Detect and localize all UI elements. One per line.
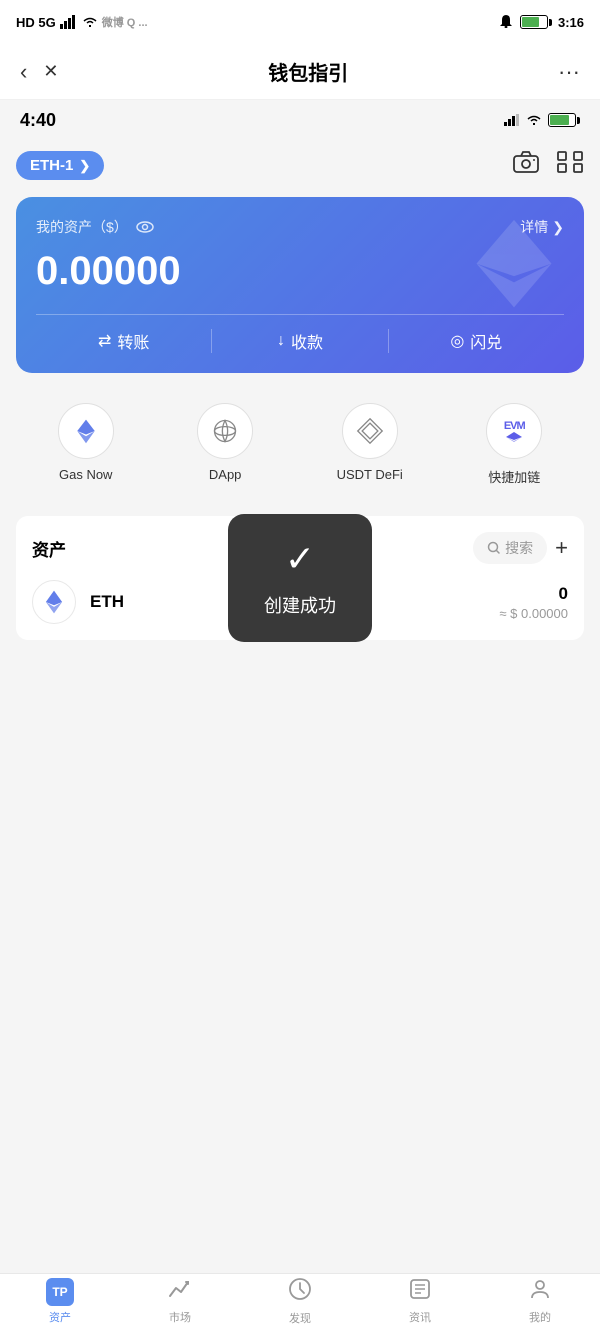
eth-network-badge[interactable]: ETH-1 ❯ [16, 151, 104, 180]
nav-item-assets[interactable]: TP 资产 [0, 1278, 120, 1325]
status-network: HD 5G [16, 15, 56, 30]
inner-status-bar: 4:40 [0, 100, 600, 140]
nav-news-label: 资讯 [409, 1309, 431, 1325]
evm-chain-button[interactable]: EVM 快捷加链 [486, 403, 542, 486]
nav-profile-icon [529, 1278, 551, 1306]
close-button[interactable]: ✕ [43, 61, 58, 82]
nav-discover-icon [288, 1277, 312, 1307]
nav-profile-label: 我的 [529, 1309, 551, 1325]
wifi-icon [82, 16, 98, 28]
eth-action-icons [512, 150, 584, 181]
assets-section: 资产 搜索 + [16, 516, 584, 640]
nav-assets-label: 资产 [49, 1309, 71, 1325]
eth-amount: 0 [499, 584, 568, 604]
eth-selector-row: ETH-1 ❯ [16, 150, 584, 181]
search-placeholder: 搜索 [505, 538, 533, 558]
dapp-label: DApp [209, 467, 242, 482]
dapp-icon [197, 403, 253, 459]
status-left: HD 5G 微博 Q ... [16, 14, 148, 30]
swap-icon: ◎ [450, 331, 464, 351]
search-icon [487, 541, 501, 555]
back-button[interactable]: ‹ [20, 59, 27, 85]
bottom-nav: TP 资产 市场 发现 资讯 [0, 1273, 600, 1333]
main-content: ETH-1 ❯ [0, 140, 600, 650]
inner-time: 4:40 [20, 110, 56, 131]
eth-balance: 0 ≈ $ 0.00000 [499, 584, 568, 621]
quick-grid: Gas Now DApp [16, 393, 584, 496]
signal-icon [60, 15, 78, 29]
receive-label: 收款 [291, 329, 323, 353]
nav-item-market[interactable]: 市场 [120, 1278, 240, 1325]
nav-assets-icon: TP [46, 1278, 74, 1306]
assets-search-row: 搜索 + [473, 532, 568, 564]
gas-now-icon [58, 403, 114, 459]
status-time: 3:16 [558, 15, 584, 30]
nav-discover-label: 发现 [289, 1310, 311, 1326]
gas-now-label: Gas Now [59, 467, 112, 482]
nav-bar: ‹ ✕ 钱包指引 ··· [0, 44, 600, 100]
evm-chain-icon: EVM [486, 403, 542, 459]
eye-icon[interactable] [136, 221, 154, 233]
receive-button[interactable]: ↓ 收款 [211, 329, 387, 353]
nav-left-buttons: ‹ ✕ [20, 59, 58, 85]
transfer-label: 转账 [117, 329, 149, 353]
gas-now-button[interactable]: Gas Now [58, 403, 114, 486]
bell-icon [498, 15, 514, 29]
nav-news-icon [409, 1278, 431, 1306]
transfer-icon: ⇄ [98, 331, 111, 351]
asset-label: 我的资产（$） [36, 217, 154, 237]
success-check-icon: ✓ [285, 538, 315, 580]
nav-item-profile[interactable]: 我的 [480, 1278, 600, 1325]
usdt-defi-icon [342, 403, 398, 459]
nav-item-discover[interactable]: 发现 [240, 1277, 360, 1326]
eth-usd: ≈ $ 0.00000 [499, 606, 568, 621]
transfer-button[interactable]: ⇄ 转账 [36, 329, 211, 353]
dapp-button[interactable]: DApp [197, 403, 253, 486]
app-icons: 微博 Q ... [102, 14, 148, 30]
battery-icon [520, 15, 552, 29]
asset-card: 我的资产（$） 详情 ❯ 0.00000 [16, 197, 584, 373]
inner-signal-icon [504, 114, 520, 126]
status-right: 3:16 [498, 15, 584, 30]
inner-screen: 4:40 ETH-1 [0, 100, 600, 1273]
scan-icon[interactable] [556, 150, 584, 181]
evm-chain-label: 快捷加链 [488, 467, 540, 486]
camera-icon[interactable] [512, 150, 540, 181]
nav-item-news[interactable]: 资讯 [360, 1278, 480, 1325]
nav-market-label: 市场 [169, 1309, 191, 1325]
eth-watermark [464, 214, 564, 333]
usdt-defi-label: USDT DeFi [337, 467, 403, 482]
success-message: 创建成功 [264, 592, 336, 618]
success-toast: ✓ 创建成功 [228, 514, 372, 642]
usdt-defi-button[interactable]: USDT DeFi [337, 403, 403, 486]
eth-badge-label: ETH-1 [30, 157, 73, 174]
eth-badge-arrow-icon: ❯ [79, 158, 90, 174]
nav-market-icon [168, 1278, 192, 1306]
search-box[interactable]: 搜索 [473, 532, 547, 564]
inner-status-icons [504, 113, 580, 127]
status-bar: HD 5G 微博 Q ... 3:16 [0, 0, 600, 44]
eth-icon [32, 580, 76, 624]
inner-wifi-icon [526, 114, 542, 126]
add-asset-button[interactable]: + [555, 535, 568, 561]
inner-battery-icon [548, 113, 580, 127]
page-title: 钱包指引 [268, 57, 348, 86]
more-button[interactable]: ··· [558, 59, 580, 85]
receive-icon: ↓ [277, 332, 285, 350]
assets-title: 资产 [32, 536, 66, 561]
